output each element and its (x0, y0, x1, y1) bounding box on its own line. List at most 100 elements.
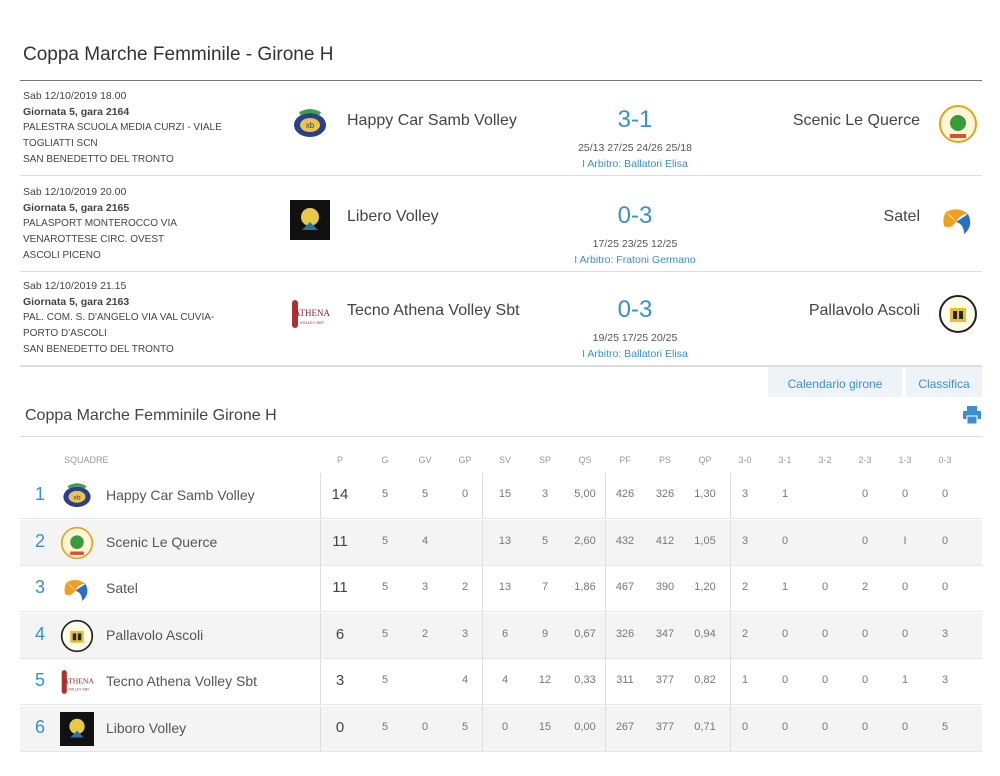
column-divider (320, 612, 321, 659)
table-row[interactable]: 5 ATHENA VOLLEY SBT Tecno Athena Volley Sbt… (20, 659, 982, 705)
stat-cell: 13 (498, 534, 512, 547)
away-team-name[interactable]: Scenic Le Querce (793, 112, 920, 130)
stat-cell: 4 (421, 534, 429, 547)
stat-cell: 432 (615, 534, 635, 547)
column-header: 3-2 (818, 455, 832, 465)
team-rank: 6 (34, 716, 45, 737)
home-team-name[interactable]: Happy Car Samb Volley (347, 112, 517, 130)
stat-cell: 2 (741, 581, 749, 593)
stat-cell: 0 (901, 488, 909, 500)
tecno-athena-logo: ATHENA VOLLEY SBT (60, 665, 94, 699)
stat-cell: 426 (615, 488, 635, 500)
set-scores: 19/25 17/25 20/25 (592, 332, 678, 344)
print-icon[interactable] (962, 406, 982, 424)
stat-cell: 5 (381, 488, 389, 500)
pallavolo-ascoli-logo (938, 294, 978, 334)
match-score[interactable]: 0-3 (580, 296, 690, 324)
match-info: Sab 12/10/2019 20.00 Giornata 5, gara 216… (23, 184, 273, 264)
stat-cell: 0 (861, 720, 869, 733)
team-name[interactable]: Satel (106, 580, 138, 596)
column-header: SQUADRE (64, 455, 109, 465)
match-score[interactable]: 0-3 (580, 202, 690, 230)
svg-text:ATHENA: ATHENA (63, 677, 94, 686)
stat-cell: 467 (615, 581, 635, 593)
column-divider (730, 612, 731, 659)
standings-divider (20, 436, 982, 437)
match-city: ASCOLI PICENO (23, 250, 101, 261)
tab-calendario-girone[interactable]: Calendario girone (768, 367, 902, 397)
stat-cell: 0 (861, 534, 869, 547)
stat-cell: 5 (381, 674, 389, 686)
table-row[interactable]: 1 xb Happy Car Samb Volley 14 5 5 0 15 3 5,00 426 3… (20, 473, 982, 519)
stat-cell: 0 (941, 488, 949, 500)
stat-cell: 5 (421, 488, 429, 500)
team-points: 14 (331, 486, 349, 503)
match-row[interactable]: Sab 12/10/2019 18.00 Giornata 5, gara 216… (20, 82, 982, 176)
home-team-name[interactable]: Libero Volley (347, 208, 439, 226)
set-scores: 25/13 27/25 24/26 25/18 (578, 142, 692, 154)
column-divider (605, 473, 606, 519)
stat-cell: 3 (941, 674, 949, 686)
satel-logo (938, 200, 978, 240)
column-header: GP (458, 455, 472, 465)
tecno-athena-logo: ATHENA VOLLEY SBT (290, 294, 330, 334)
team-points: 6 (335, 625, 345, 643)
libero-volley-logo (60, 711, 94, 746)
team-name[interactable]: Scenic Le Querce (106, 534, 217, 550)
stat-cell: 0 (901, 720, 909, 733)
stat-cell: 3 (741, 488, 749, 500)
stat-cell: 5 (381, 581, 389, 593)
stat-cell: 5 (541, 534, 549, 547)
stat-cell: 5 (941, 720, 949, 733)
stat-cell: 326 (655, 488, 675, 500)
team-name[interactable]: Liboro Volley (106, 720, 186, 736)
match-row[interactable]: Sab 12/10/2019 21.15 Giornata 5, gara 216… (20, 272, 982, 366)
stat-cell: 1 (781, 581, 789, 593)
stat-cell: 1 (901, 674, 909, 686)
column-header: G (381, 455, 389, 465)
column-divider (730, 566, 731, 612)
team-name[interactable]: Pallavolo Ascoli (106, 627, 203, 643)
stat-cell: 2 (741, 627, 749, 640)
match-info: Sab 12/10/2019 18.00 Giornata 5, gara 216… (23, 88, 273, 168)
table-row[interactable]: 2 Scenic Le Querce 11 5 4 13 5 2,60 432 412 1,05 3 0… (20, 519, 982, 566)
team-name[interactable]: Happy Car Samb Volley (106, 487, 255, 503)
column-divider (482, 612, 483, 659)
column-divider (482, 473, 483, 519)
match-venue: PALASPORT MONTEROCCO VIA (23, 218, 177, 229)
away-team-name[interactable]: Satel (884, 208, 920, 226)
stat-cell: 0 (821, 674, 829, 686)
table-row[interactable]: 4 Pallavolo Ascoli 6 5 2 3 6 9 0,67 326 347 0,94 2 0 0… (20, 612, 982, 659)
svg-text:VOLLEY SBT: VOLLEY SBT (300, 320, 325, 325)
satel-logo (60, 572, 94, 606)
team-name[interactable]: Tecno Athena Volley Sbt (106, 673, 257, 689)
match-gara: Giornata 5, gara 2165 (23, 202, 130, 214)
match-score[interactable]: 3-1 (580, 106, 690, 134)
column-header: 0-3 (938, 455, 952, 465)
stat-cell: 0 (861, 627, 869, 640)
team-rank: 4 (34, 623, 45, 644)
column-divider (320, 566, 321, 612)
home-team-name[interactable]: Tecno Athena Volley Sbt (347, 302, 520, 320)
column-divider (320, 659, 321, 705)
column-header: SP (538, 455, 551, 465)
stat-cell: 3 (741, 534, 749, 547)
stat-cell: 0 (781, 534, 789, 547)
stat-cell: 0 (901, 581, 909, 593)
table-row[interactable]: 6 Liboro Volley 0 5 0 5 0 15 0,00 267 377 0,71 0 0 0 0 0… (20, 705, 982, 752)
column-divider (320, 473, 321, 519)
column-divider (605, 705, 606, 752)
stat-cell: 0 (421, 720, 429, 733)
stat-cell: 1,20 (694, 581, 716, 593)
match-venue: VENAROTTESE CIRC. OVEST (23, 234, 165, 245)
stat-cell: 0 (941, 534, 949, 547)
stat-cell: 6 (501, 627, 509, 640)
match-venue: PORTO D'ASCOLI (23, 328, 107, 339)
tab-classifica[interactable]: Classifica (906, 367, 982, 397)
away-team-name[interactable]: Pallavolo Ascoli (809, 302, 920, 320)
table-row[interactable]: 3 Satel 11 5 3 2 13 7 1,86 467 390 1,20 2 1 0 2 0 0 (20, 566, 982, 612)
team-rank: 1 (34, 484, 45, 504)
match-row[interactable]: Sab 12/10/2019 20.00 Giornata 5, gara 216… (20, 178, 982, 272)
stat-cell: 0,71 (694, 720, 716, 733)
column-divider (730, 705, 731, 752)
